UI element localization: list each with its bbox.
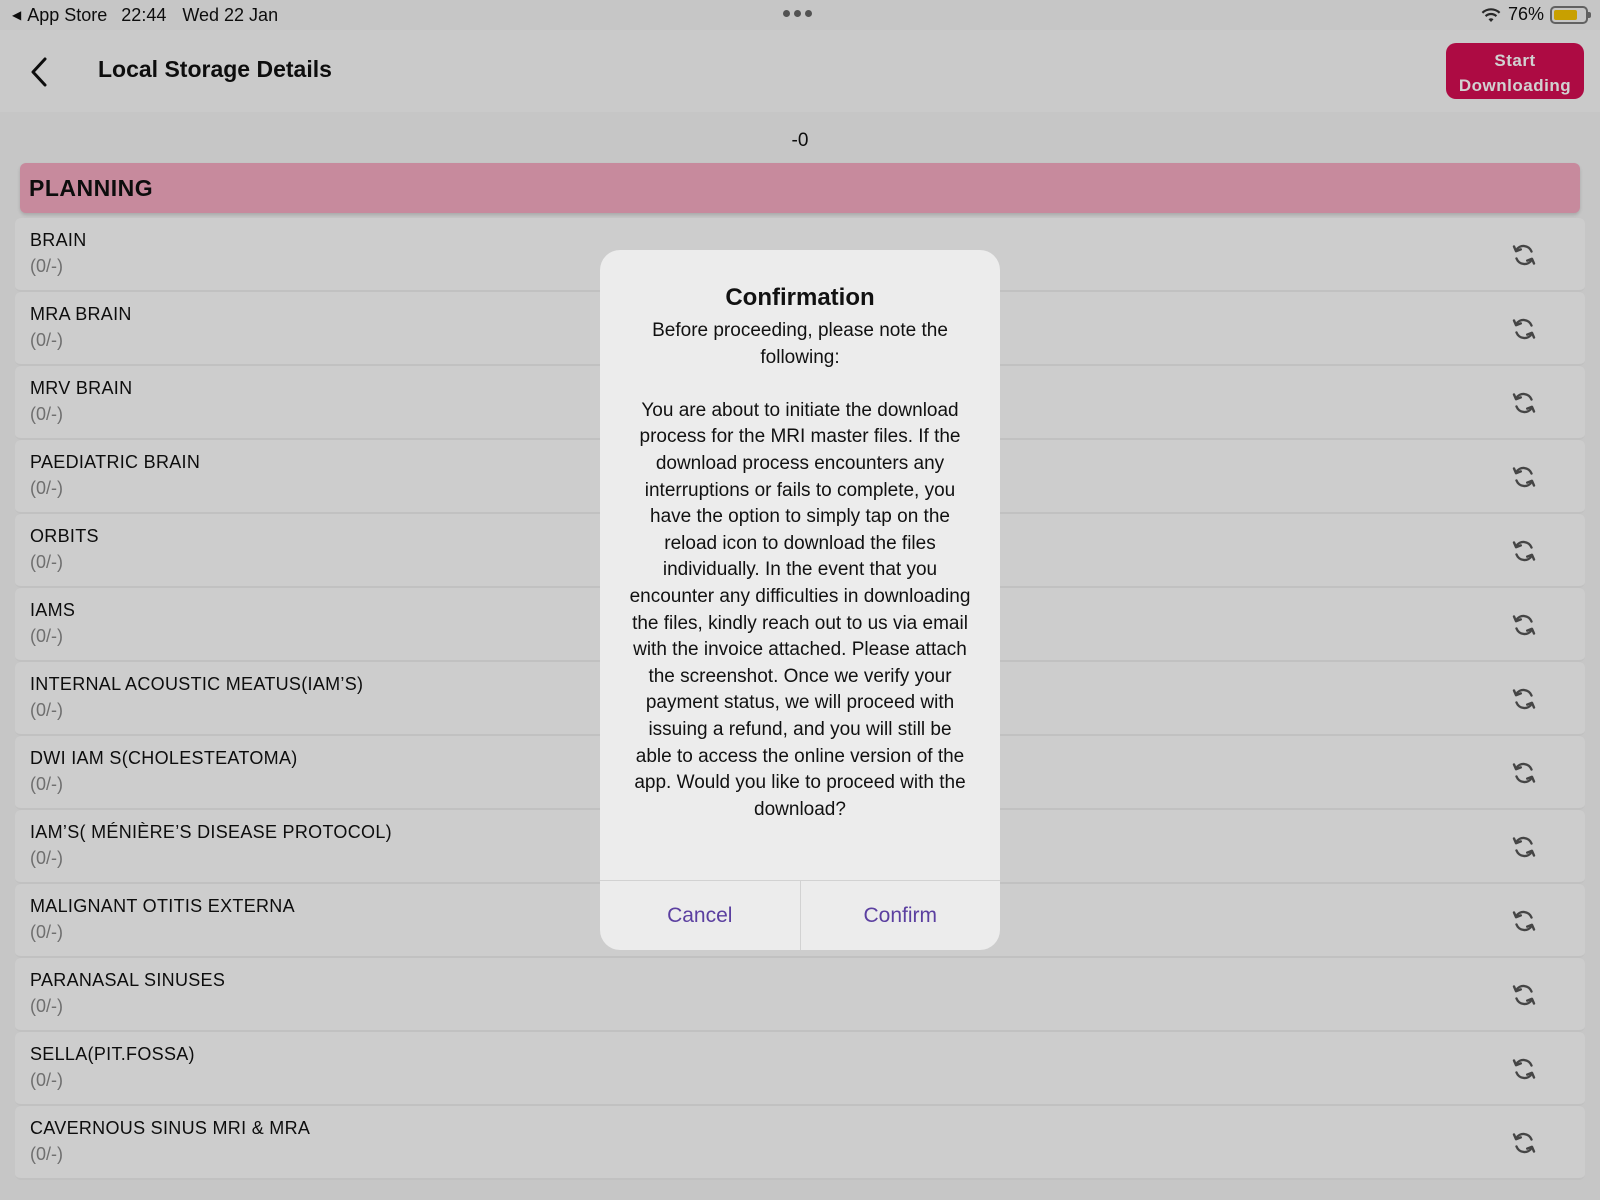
dialog-title: Confirmation <box>725 284 875 311</box>
confirm-button[interactable]: Confirm <box>801 881 1001 950</box>
dialog-actions: Cancel Confirm <box>600 880 1000 950</box>
dialog-message: Before proceeding, please note the follo… <box>629 320 971 820</box>
screen: ◀ App Store 22:44 Wed 22 Jan 76% Local S <box>0 0 1600 1200</box>
confirmation-dialog: Confirmation Before proceeding, please n… <box>600 250 1000 950</box>
cancel-button[interactable]: Cancel <box>600 881 801 950</box>
